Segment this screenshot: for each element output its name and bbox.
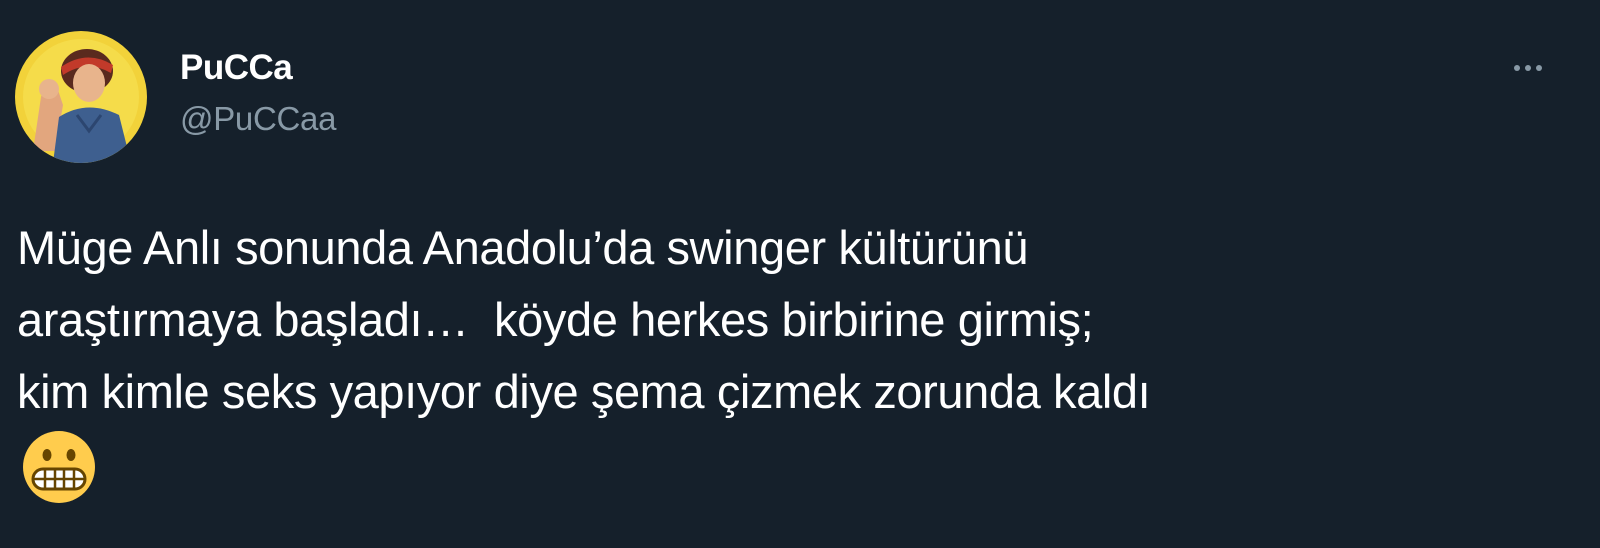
tweet-card: PuCCa @PuCCaa Müge Anlı sonunda Anadolu’… bbox=[0, 0, 1600, 548]
avatar-image bbox=[15, 31, 147, 163]
tweet-text-line: araştırmaya başladı… köyde herkes birbir… bbox=[17, 293, 1094, 346]
author-info: PuCCa @PuCCaa bbox=[180, 47, 336, 139]
tweet-text-line: kim kimle seks yapıyor diye şema çizmek … bbox=[17, 365, 1151, 418]
more-options-button[interactable] bbox=[1500, 50, 1556, 86]
more-horizontal-icon bbox=[1514, 65, 1542, 71]
tweet-text-line: Müge Anlı sonunda Anadolu’da swinger kül… bbox=[17, 221, 1029, 274]
tweet-text: Müge Anlı sonunda Anadolu’da swinger kül… bbox=[17, 212, 1577, 428]
author-avatar[interactable] bbox=[15, 31, 147, 163]
author-display-name[interactable]: PuCCa bbox=[180, 47, 293, 89]
author-handle[interactable]: @PuCCaa bbox=[180, 99, 336, 139]
grimacing-face-emoji-icon bbox=[21, 429, 97, 505]
